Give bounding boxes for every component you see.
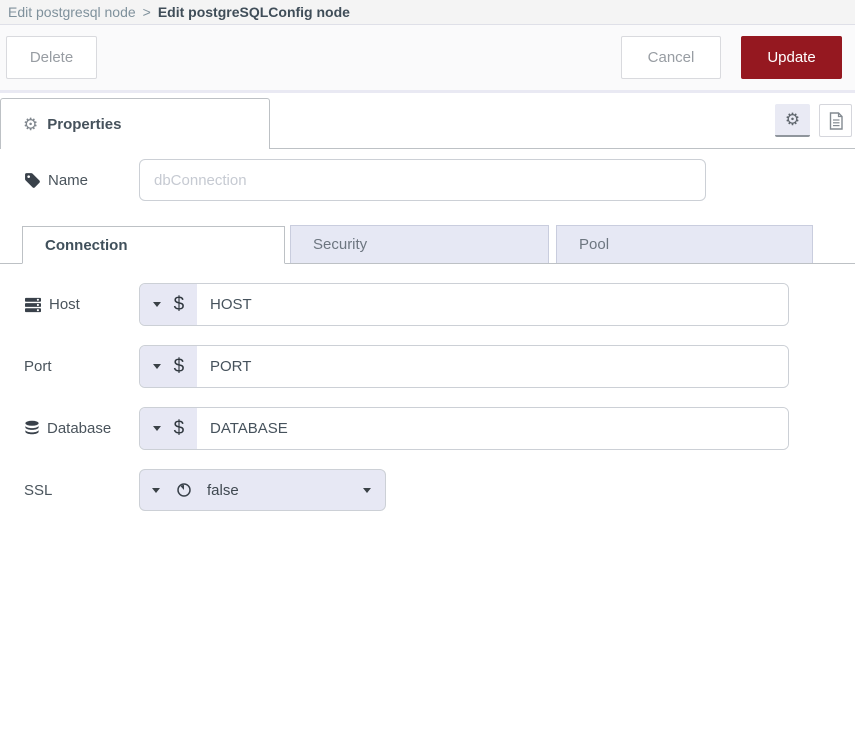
port-typed-input: $ — [139, 345, 789, 388]
tab-pool[interactable]: Pool — [556, 225, 813, 263]
breadcrumb: Edit postgresql node > Edit postgreSQLCo… — [0, 0, 855, 25]
host-row: Host $ — [0, 283, 855, 326]
ssl-label-text: SSL — [24, 482, 52, 499]
port-row: Port $ — [0, 345, 855, 388]
tab-connection[interactable]: Connection — [22, 226, 285, 264]
env-var-type-icon: $ — [174, 294, 185, 316]
edit-config-dialog: Edit postgresql node > Edit postgreSQLCo… — [0, 0, 855, 511]
env-var-type-icon: $ — [174, 356, 185, 378]
node-settings-button[interactable]: ⚙ — [775, 104, 810, 137]
port-type-select-button[interactable]: $ — [140, 346, 197, 387]
port-input[interactable] — [197, 346, 788, 387]
database-row: Database $ — [0, 407, 855, 450]
cancel-button[interactable]: Cancel — [621, 36, 721, 79]
host-typed-input: $ — [139, 283, 789, 326]
database-label-text: Database — [47, 420, 111, 437]
breadcrumb-current: Edit postgreSQLConfig node — [158, 4, 350, 20]
name-input[interactable] — [139, 159, 706, 201]
host-input[interactable] — [197, 284, 788, 325]
database-input[interactable] — [197, 408, 788, 449]
document-icon — [828, 112, 844, 130]
breadcrumb-separator: > — [143, 4, 151, 20]
chevron-down-icon — [152, 488, 160, 493]
properties-form: Name Connection Security Pool — [0, 149, 855, 511]
database-typed-input: $ — [139, 407, 789, 450]
tab-connection-label: Connection — [45, 237, 128, 254]
chevron-down-icon — [153, 426, 161, 431]
bool-toggle-icon — [176, 482, 192, 498]
database-label: Database — [0, 420, 139, 437]
host-type-select-button[interactable]: $ — [140, 284, 197, 325]
connection-subtabs: Connection Security Pool — [0, 225, 855, 264]
ssl-label: SSL — [0, 482, 139, 499]
node-description-button[interactable] — [819, 104, 852, 137]
ssl-row: SSL false — [0, 469, 855, 511]
database-type-select-button[interactable]: $ — [140, 408, 197, 449]
delete-button[interactable]: Delete — [6, 36, 97, 79]
tab-pool-label: Pool — [579, 236, 609, 253]
update-button[interactable]: Update — [741, 36, 842, 79]
ssl-value: false — [207, 482, 239, 499]
chevron-down-icon — [153, 302, 161, 307]
chevron-down-icon — [363, 488, 371, 493]
dialog-toolbar: Delete Cancel Update — [0, 25, 855, 93]
tag-icon — [24, 172, 41, 189]
tab-security[interactable]: Security — [290, 225, 549, 263]
host-label: Host — [0, 296, 139, 313]
name-label-text: Name — [48, 172, 88, 189]
port-label: Port — [0, 358, 139, 375]
gear-icon: ⚙ — [785, 111, 800, 128]
properties-tabbar: ⚙ Properties ⚙ — [0, 93, 855, 149]
ssl-select[interactable]: false — [139, 469, 386, 511]
database-icon — [24, 420, 40, 437]
breadcrumb-parent[interactable]: Edit postgresql node — [8, 4, 136, 20]
host-label-text: Host — [49, 296, 80, 313]
tab-security-label: Security — [313, 236, 367, 253]
port-label-text: Port — [24, 358, 52, 375]
gear-icon: ⚙ — [23, 116, 38, 133]
name-row: Name — [0, 159, 855, 201]
server-icon — [24, 297, 42, 313]
tab-properties[interactable]: ⚙ Properties — [0, 98, 270, 149]
chevron-down-icon — [153, 364, 161, 369]
env-var-type-icon: $ — [174, 418, 185, 440]
name-label: Name — [0, 172, 139, 189]
tab-properties-label: Properties — [47, 116, 121, 133]
